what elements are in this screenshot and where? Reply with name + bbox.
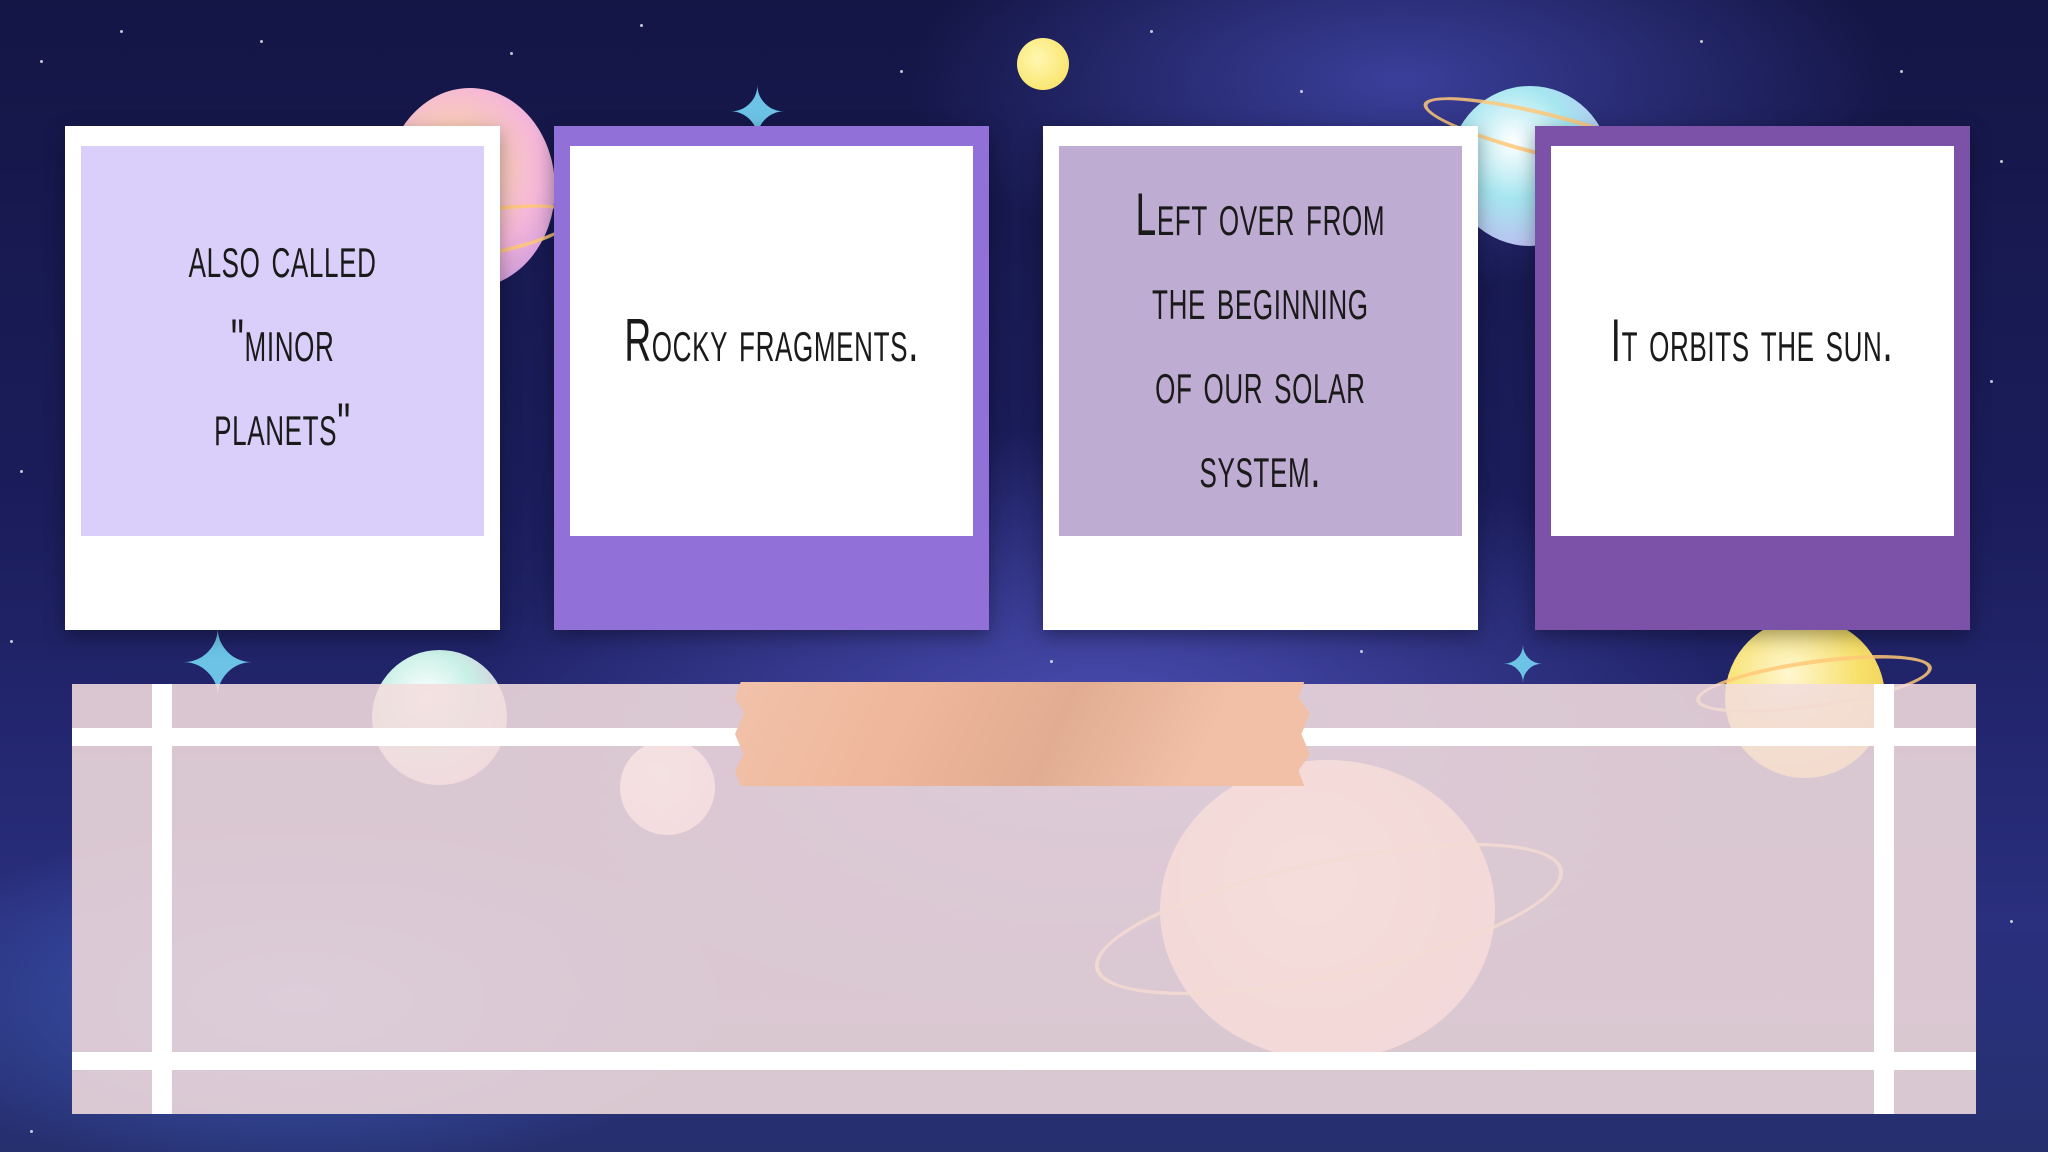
star — [30, 1130, 33, 1133]
star — [1360, 650, 1363, 653]
washi-tape — [735, 682, 1310, 786]
star — [510, 52, 513, 55]
star — [1300, 90, 1303, 93]
panel-stripe-bottom — [72, 1052, 1976, 1070]
info-card-1: also called "minor planets" — [65, 126, 500, 630]
info-card-3-content: Left over from the beginning of our sola… — [1059, 146, 1462, 536]
info-card-1-line: "minor — [230, 307, 335, 374]
panel-stripe-right — [1874, 684, 1894, 1114]
panel-stripe-left — [152, 684, 172, 1114]
star — [1150, 30, 1153, 33]
info-card-3-line: the beginning — [1152, 265, 1369, 332]
info-card-4-line: It orbits the sun. — [1611, 307, 1894, 374]
star — [2000, 160, 2003, 163]
star — [260, 40, 263, 43]
info-card-2-text: Rocky fragments. — [624, 299, 919, 383]
star — [120, 30, 123, 33]
star — [20, 470, 23, 473]
star — [640, 24, 643, 27]
sun-small-top — [1017, 38, 1069, 90]
star — [1050, 660, 1053, 663]
star — [40, 60, 43, 63]
info-card-3-line: of our solar — [1155, 349, 1366, 416]
star — [2010, 920, 2013, 923]
info-card-3-line: Left over from — [1135, 181, 1386, 248]
star — [900, 70, 903, 73]
sparkle-icon: ✦ — [1502, 636, 1544, 694]
info-card-1-text: also called "minor planets" — [189, 215, 377, 467]
info-card-4: It orbits the sun. — [1535, 126, 1970, 630]
star — [1990, 380, 1993, 383]
star — [10, 640, 13, 643]
info-card-2: Rocky fragments. — [554, 126, 989, 630]
star — [1700, 40, 1703, 43]
info-card-2-line: Rocky fragments. — [624, 307, 919, 374]
info-card-3-text: Left over from the beginning of our sola… — [1136, 173, 1386, 509]
info-card-3: Left over from the beginning of our sola… — [1043, 126, 1478, 630]
star — [1900, 70, 1903, 73]
info-card-3-line: system. — [1199, 433, 1322, 500]
info-card-1-content: also called "minor planets" — [81, 146, 484, 536]
info-card-1-line: planets" — [214, 391, 351, 458]
info-card-4-content: It orbits the sun. — [1551, 146, 1954, 536]
info-card-1-line: also called — [188, 223, 377, 290]
info-card-2-content: Rocky fragments. — [570, 146, 973, 536]
info-card-4-text: It orbits the sun. — [1611, 299, 1894, 383]
